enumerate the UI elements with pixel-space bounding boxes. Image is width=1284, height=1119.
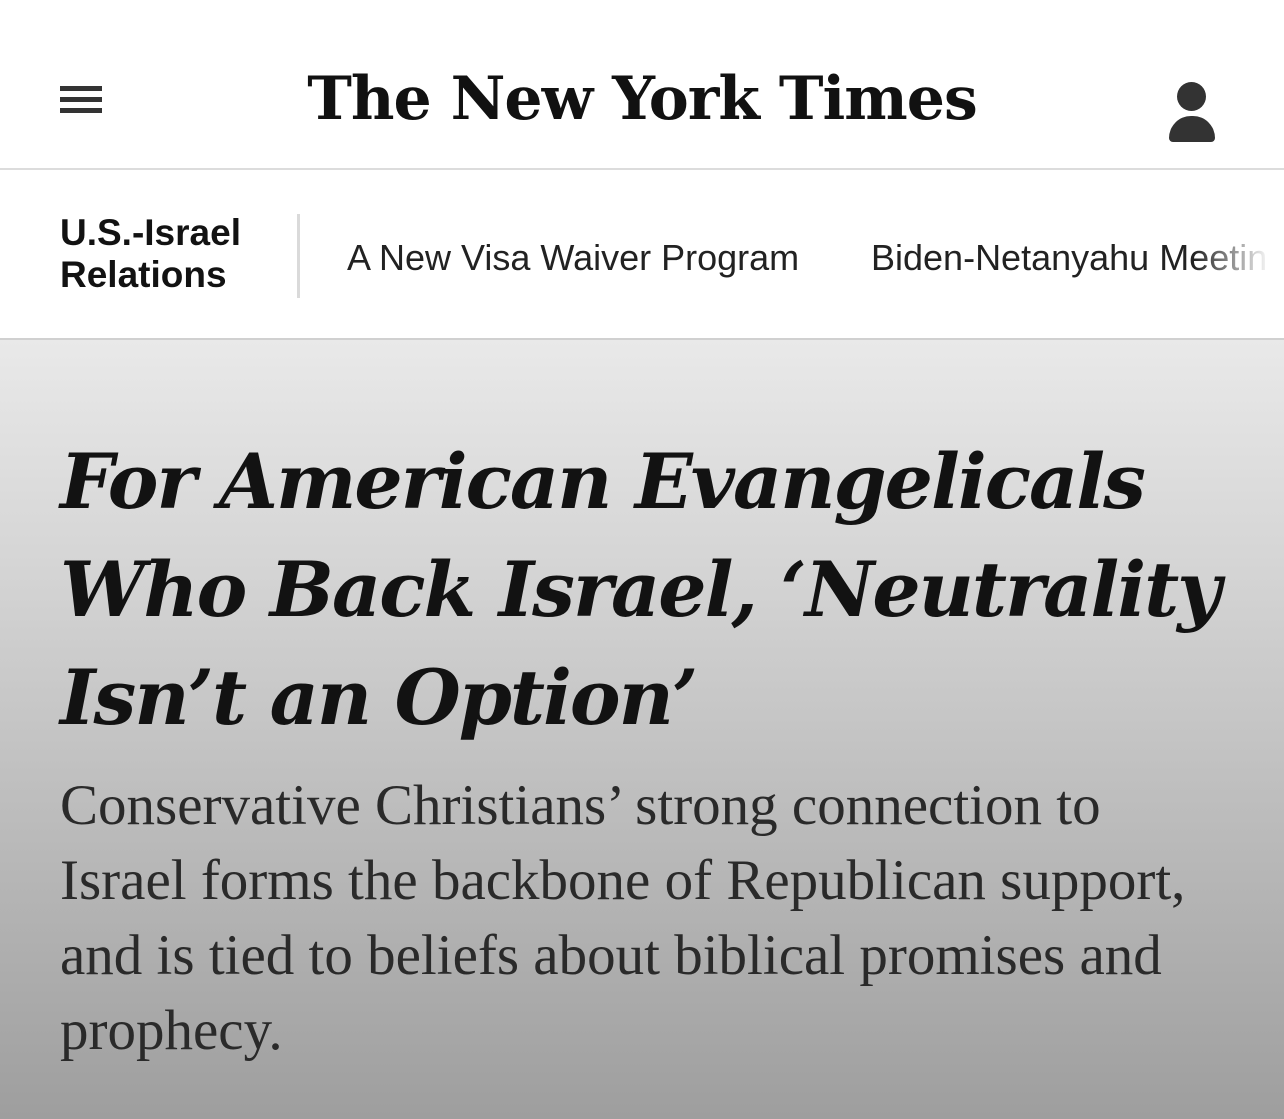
nyt-logo[interactable]: The New York Times <box>0 54 1284 144</box>
account-icon-body <box>1169 116 1215 142</box>
account-icon-head <box>1177 82 1206 111</box>
nav-scroll-fade <box>1194 172 1284 338</box>
user-account-icon[interactable] <box>1166 82 1218 144</box>
nav-link-visa-waiver[interactable]: A New Visa Waiver Program <box>347 236 799 280</box>
section-label[interactable]: U.S.-Israel Relations <box>60 212 290 296</box>
article-hero: For American Evangelicals Who Back Israe… <box>0 338 1284 1119</box>
masthead: The New York Times <box>0 0 1284 170</box>
article-summary: Conservative Christians’ strong connecti… <box>60 774 1186 1062</box>
nav-divider <box>297 214 300 298</box>
article-headline[interactable]: For American Evangelicals Who Back Israe… <box>60 428 1260 752</box>
section-nav: U.S.-Israel Relations A New Visa Waiver … <box>0 172 1284 338</box>
